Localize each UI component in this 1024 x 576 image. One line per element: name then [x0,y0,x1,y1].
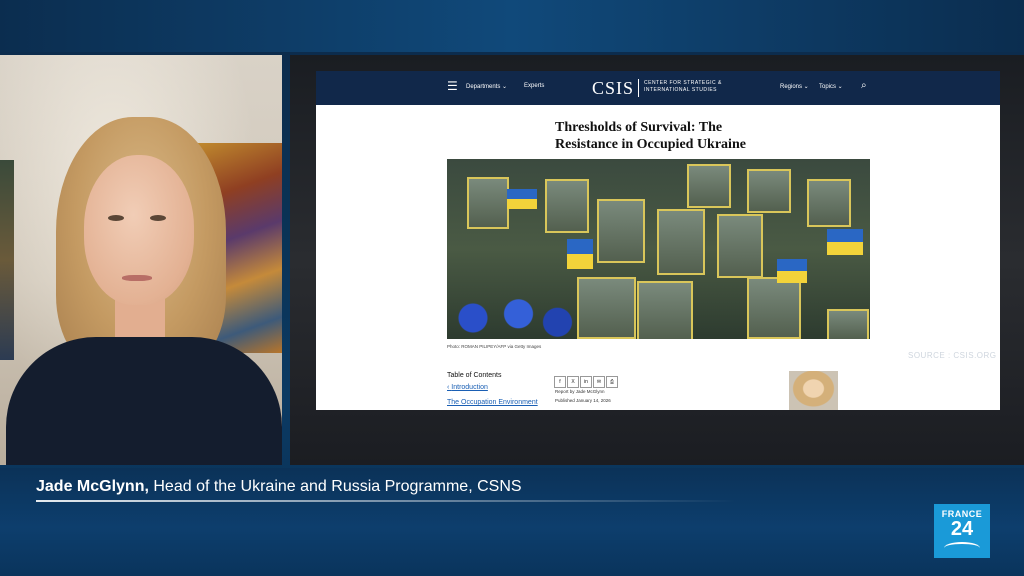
memorial-portrait [467,177,509,229]
caption-underline [36,500,736,502]
nav-topics[interactable]: Topics ⌄ [819,83,843,90]
ukrainian-flag [777,259,807,283]
speaker-torso [6,337,282,465]
memorial-portrait [807,179,851,227]
facebook-share-icon[interactable]: f [554,376,566,388]
ukrainian-flag [507,189,537,209]
blue-flowers [447,297,577,339]
hamburger-menu-icon[interactable]: ☰ [447,79,458,93]
published-date: Published January 14, 2026 [555,398,611,403]
channel-waves-icon [944,542,980,554]
memorial-portrait [827,309,869,339]
memorial-portrait [747,169,791,213]
article-title: Thresholds of Survival: The Resistance i… [555,120,746,152]
speaker-eye-right [150,215,166,221]
linkedin-share-icon[interactable]: in [580,376,592,388]
website-page: ☰ Departments ⌄ Experts CSIS CENTER FOR … [316,71,1000,410]
toc-item-introduction[interactable]: ‹ Introduction [447,384,488,391]
speaker-mouth [122,275,152,281]
source-tag: SOURCE : CSIS.ORG [908,351,997,360]
logo-separator [638,79,639,97]
share-buttons: f Xin ✉ ⎙ [554,370,619,388]
ukrainian-flag [567,239,593,269]
article-photo [447,159,870,339]
painting-left [0,160,14,360]
print-icon[interactable]: ⎙ [606,376,618,388]
author-avatar [789,371,838,410]
lower-third: Jade McGlynn, Head of the Ukraine and Ru… [36,474,522,500]
search-icon[interactable]: ⌕ [861,80,867,91]
ukrainian-flag [827,229,863,255]
memorial-portrait [637,281,693,339]
nav-departments[interactable]: Departments ⌄ [466,83,507,90]
nav-experts[interactable]: Experts [524,83,544,89]
nav-regions[interactable]: Regions ⌄ [780,83,809,90]
speaker-caption: Jade McGlynn, Head of the Ukraine and Ru… [36,474,522,500]
site-nav: ☰ Departments ⌄ Experts CSIS CENTER FOR … [316,71,1000,105]
memorial-portrait [657,209,705,275]
memorial-portrait [577,277,636,339]
memorial-portrait [597,199,645,263]
memorial-portrait [687,164,731,208]
speaker-name: Jade McGlynn, [36,478,149,495]
channel-name: FRANCE [941,509,983,519]
speaker-role: Head of the Ukraine and Russia Programme… [153,478,522,495]
speaker-eye-left [108,215,124,221]
memorial-portrait [747,277,801,339]
speaker-video [0,55,282,465]
photo-credit: Photo: ROMAN PILIPEY/AFP via Getty Image… [447,344,542,349]
email-share-icon[interactable]: ✉ [593,376,605,388]
channel-number: 24 [950,518,974,540]
speaker-face [84,155,194,305]
memorial-portrait [717,214,763,278]
site-logo[interactable]: CSIS [592,78,634,99]
x-share-icon[interactable]: X [567,376,579,388]
toc-item-occupation-environment[interactable]: The Occupation Environment [447,399,538,406]
toc-title: Table of Contents [447,372,502,379]
memorial-portrait [545,179,589,233]
channel-logo: FRANCE 24 [934,504,990,558]
site-logo-subtitle: CENTER FOR STRATEGIC & INTERNATIONAL STU… [644,80,722,93]
top-band [0,0,1024,52]
byline: Report by Jade McGlynn [555,389,605,394]
